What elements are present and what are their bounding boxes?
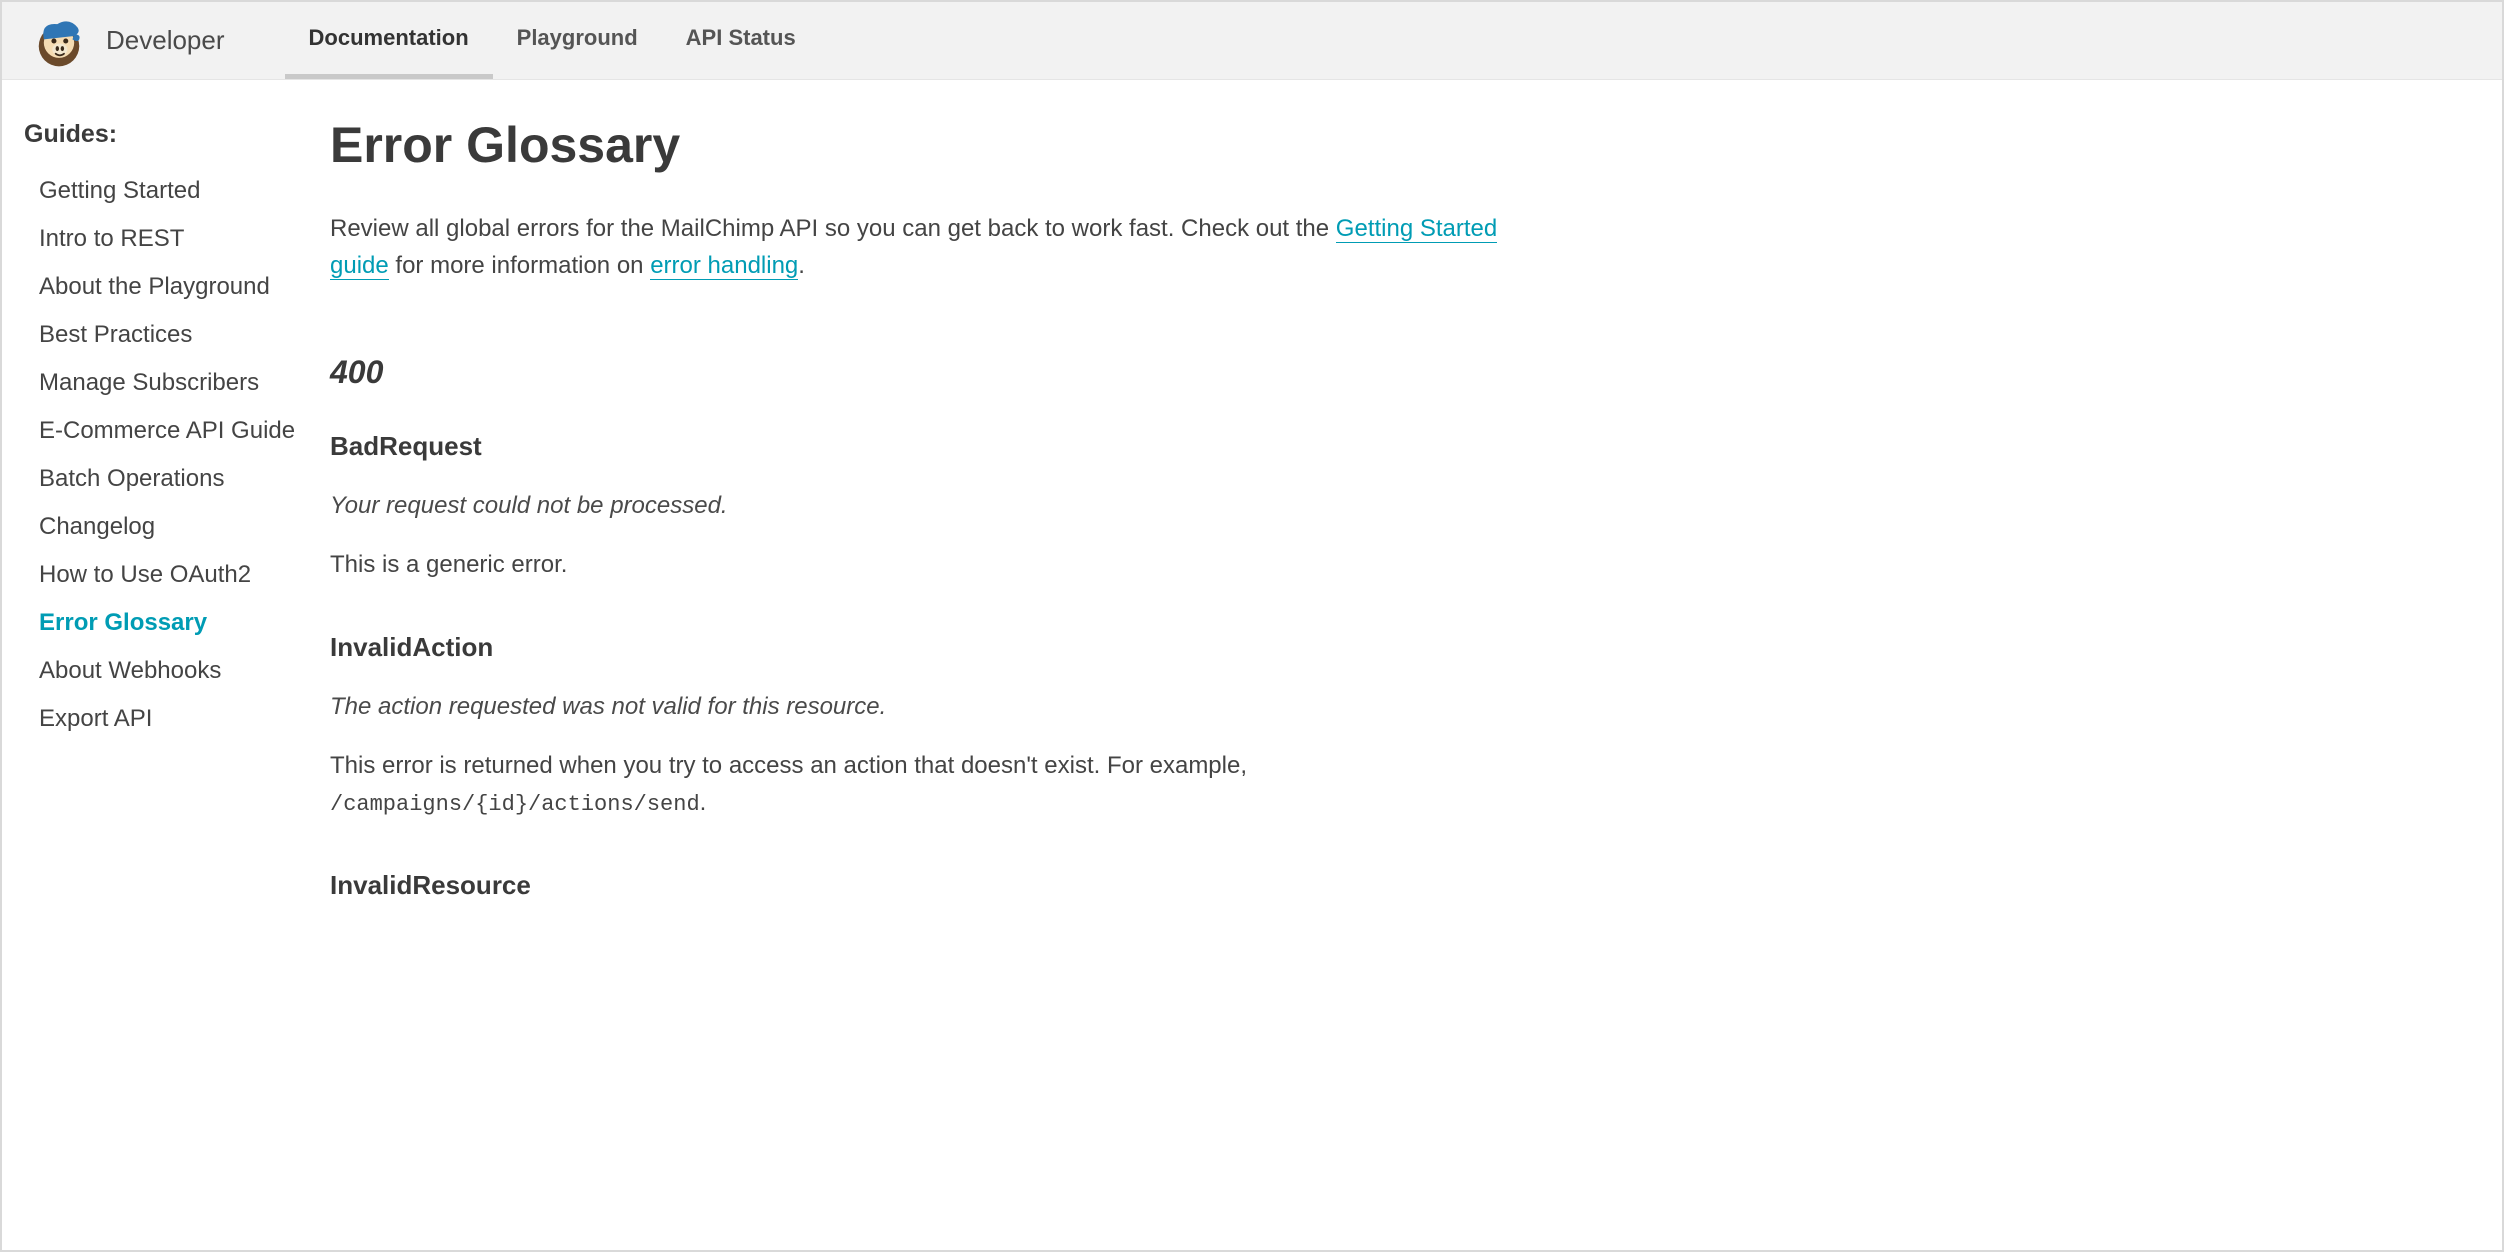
sidebar-item-label: About Webhooks: [39, 657, 221, 684]
sidebar-item-best-practices[interactable]: Best Practices: [39, 311, 310, 359]
header-bar: Developer Documentation Playground API S…: [2, 2, 2502, 80]
mailchimp-logo-icon: [32, 14, 86, 68]
nav-api-status-label: API Status: [686, 25, 796, 51]
sidebar-item-export-api[interactable]: Export API: [39, 695, 310, 743]
error-name: InvalidResource: [330, 870, 1510, 901]
page-body: Guides: Getting Started Intro to REST Ab…: [2, 80, 2502, 1250]
sidebar-item-batch-operations[interactable]: Batch Operations: [39, 455, 310, 503]
sidebar-item-changelog[interactable]: Changelog: [39, 503, 310, 551]
nav-playground[interactable]: Playground: [493, 2, 662, 79]
error-desc: This error is returned when you try to a…: [330, 747, 1510, 822]
intro-text-pre: Review all global errors for the MailChi…: [330, 215, 1336, 242]
error-invalidresource: InvalidResource: [330, 870, 1510, 901]
intro-text-mid: for more information on: [389, 252, 650, 279]
top-nav: Documentation Playground API Status: [285, 2, 820, 79]
sidebar-item-label: Manage Subscribers: [39, 369, 259, 396]
error-desc-code: /campaigns/{id}/actions/send: [330, 792, 700, 817]
intro-text-post: .: [798, 252, 805, 279]
sidebar-item-error-glossary[interactable]: Error Glossary: [39, 599, 310, 647]
sidebar-item-label: Error Glossary: [39, 609, 207, 636]
sidebar-item-label: Changelog: [39, 513, 155, 540]
sidebar-item-label: Getting Started: [39, 177, 200, 204]
brand-block[interactable]: Developer: [2, 2, 285, 79]
sidebar-item-label: How to Use OAuth2: [39, 561, 251, 588]
nav-playground-label: Playground: [517, 25, 638, 51]
sidebar-item-label: Batch Operations: [39, 465, 224, 492]
status-code-heading: 400: [330, 354, 1510, 391]
error-summary: Your request could not be processed.: [330, 488, 1510, 524]
error-desc: This is a generic error.: [330, 546, 1510, 583]
intro-paragraph: Review all global errors for the MailChi…: [330, 210, 1510, 284]
main-content: Error Glossary Review all global errors …: [330, 80, 1550, 1250]
sidebar-item-getting-started[interactable]: Getting Started: [39, 167, 310, 215]
nav-api-status[interactable]: API Status: [662, 2, 820, 79]
sidebar-item-manage-subscribers[interactable]: Manage Subscribers: [39, 359, 310, 407]
app-viewport: Developer Documentation Playground API S…: [0, 0, 2504, 1252]
sidebar-item-label: Intro to REST: [39, 225, 184, 252]
nav-documentation-label: Documentation: [309, 25, 469, 51]
error-invalidaction: InvalidAction The action requested was n…: [330, 632, 1510, 822]
link-error-handling[interactable]: error handling: [650, 252, 798, 280]
sidebar: Guides: Getting Started Intro to REST Ab…: [2, 80, 330, 1250]
sidebar-heading: Guides:: [24, 120, 310, 149]
sidebar-item-label: Best Practices: [39, 321, 192, 348]
sidebar-item-label: Export API: [39, 705, 152, 732]
sidebar-list: Getting Started Intro to REST About the …: [24, 167, 310, 743]
sidebar-item-how-to-use-oauth2[interactable]: How to Use OAuth2: [39, 551, 310, 599]
error-badrequest: BadRequest Your request could not be pro…: [330, 431, 1510, 583]
error-name: InvalidAction: [330, 632, 1510, 663]
sidebar-item-intro-to-rest[interactable]: Intro to REST: [39, 215, 310, 263]
brand-text: Developer: [106, 25, 225, 56]
sidebar-item-about-playground[interactable]: About the Playground: [39, 263, 310, 311]
sidebar-item-ecommerce-api-guide[interactable]: E-Commerce API Guide: [39, 407, 310, 455]
error-summary: The action requested was not valid for t…: [330, 689, 1510, 725]
nav-documentation[interactable]: Documentation: [285, 2, 493, 79]
page-title: Error Glossary: [330, 116, 1510, 174]
error-name: BadRequest: [330, 431, 1510, 462]
sidebar-item-about-webhooks[interactable]: About Webhooks: [39, 647, 310, 695]
error-desc-text: This error is returned when you try to a…: [330, 752, 1247, 779]
sidebar-item-label: About the Playground: [39, 273, 270, 300]
sidebar-item-label: E-Commerce API Guide: [39, 417, 295, 444]
